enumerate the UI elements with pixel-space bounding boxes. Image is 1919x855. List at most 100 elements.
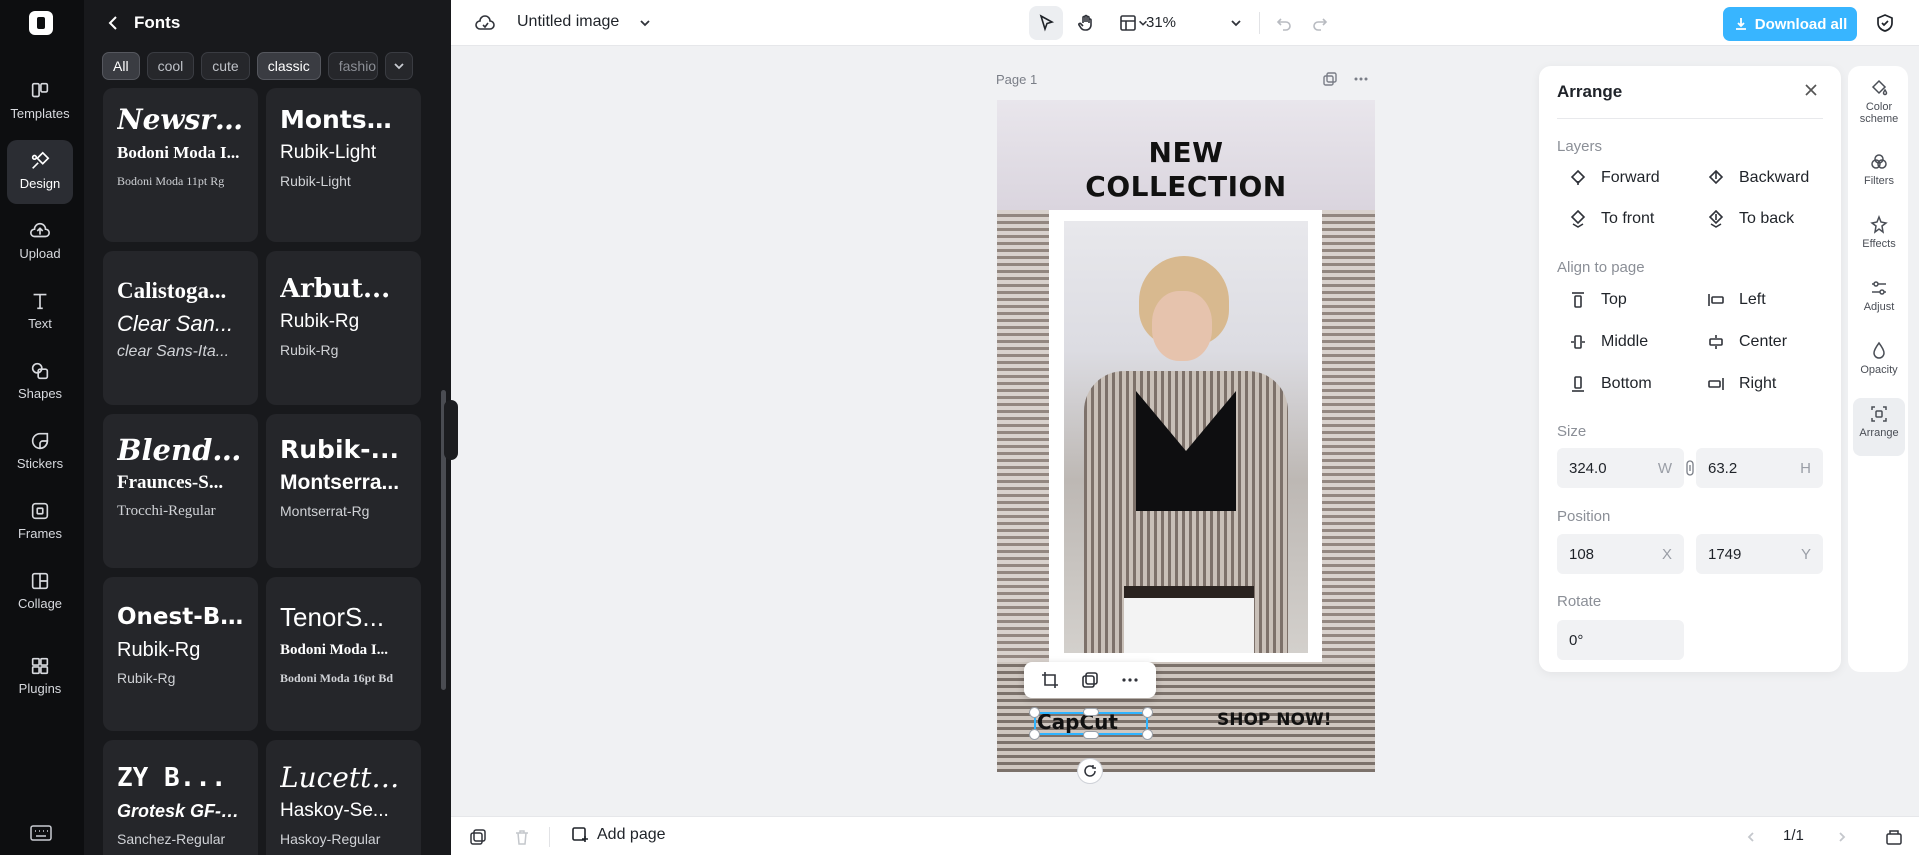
tool-effects[interactable]: Effects xyxy=(1853,209,1905,267)
font-card[interactable]: TenorS... Bodoni Moda I... Bodoni Moda 1… xyxy=(266,577,421,731)
align-bottom-icon xyxy=(1572,376,1584,392)
document-title[interactable]: Untitled image xyxy=(517,13,619,31)
font-card[interactable]: Arbut... Rubik-Rg Rubik-Rg xyxy=(266,251,421,405)
font-card[interactable]: Calistoga... Clear San... clear Sans-Ita… xyxy=(103,251,258,405)
align-top-label: Top xyxy=(1601,291,1627,308)
font-card[interactable]: Montse... Rubik-Light Rubik-Light xyxy=(266,88,421,242)
zoom-level[interactable]: 31% xyxy=(1146,14,1176,31)
tool-opacity[interactable]: Opacity xyxy=(1853,335,1905,393)
app-logo[interactable] xyxy=(29,11,53,35)
headline-new[interactable]: NEW xyxy=(997,136,1375,169)
model-photo[interactable] xyxy=(1064,221,1308,653)
font-card[interactable]: Onest-Bl... Rubik-Rg Rubik-Rg xyxy=(103,577,258,731)
resize-handle[interactable] xyxy=(1142,729,1153,740)
close-icon[interactable] xyxy=(1801,80,1821,100)
rail-item-upload[interactable]: Upload xyxy=(7,210,73,274)
align-bottom-button[interactable]: Bottom xyxy=(1569,375,1652,393)
font-card-line-1: Newsre... xyxy=(117,103,244,136)
tool-arrange[interactable]: Arrange xyxy=(1853,398,1905,456)
rail-label: Text xyxy=(28,316,52,331)
rail-item-design[interactable]: Design xyxy=(7,140,73,204)
resize-handle[interactable] xyxy=(1083,708,1099,716)
tool-color-scheme[interactable]: Color scheme xyxy=(1853,72,1905,132)
font-card-line-2: Clear San... xyxy=(117,311,234,336)
to-front-label: To front xyxy=(1601,210,1655,227)
forward-label: Forward xyxy=(1601,169,1660,186)
duplicate-page-icon[interactable] xyxy=(1322,71,1338,87)
trash-icon[interactable] xyxy=(513,828,531,846)
rail-item-frames[interactable]: Frames xyxy=(7,490,73,554)
chevron-down-icon[interactable] xyxy=(1229,16,1243,30)
resize-handle[interactable] xyxy=(1142,707,1153,718)
text-icon xyxy=(33,293,47,310)
align-middle-button[interactable]: Middle xyxy=(1569,333,1648,351)
chevron-down-icon[interactable] xyxy=(638,16,652,30)
font-card[interactable]: Blenda... Fraunces-S... Trocchi-Regular xyxy=(103,414,258,568)
rail-item-plugins[interactable]: Plugins xyxy=(7,645,73,709)
divider xyxy=(1259,12,1260,34)
font-card-line-1: Montse... xyxy=(280,105,407,134)
chevron-left-icon[interactable] xyxy=(1744,830,1758,844)
pages-panel-icon[interactable] xyxy=(1885,828,1903,846)
rotate-field[interactable]: 0° xyxy=(1557,620,1684,660)
chip-classic[interactable]: classic xyxy=(256,52,321,80)
font-card[interactable]: Lucette... Haskoy-Se... Haskoy-Regular xyxy=(266,740,421,855)
font-card[interactable]: Rubik-... Montserra... Montserrat-Rg xyxy=(266,414,421,568)
more-icon[interactable] xyxy=(1353,72,1369,86)
download-all-button[interactable]: Download all xyxy=(1723,7,1857,41)
chip-cool[interactable]: cool xyxy=(146,52,195,80)
cloud-save-icon[interactable] xyxy=(475,13,495,33)
align-right-button[interactable]: Right xyxy=(1707,375,1776,393)
forward-button[interactable]: Forward xyxy=(1569,169,1660,187)
height-field[interactable]: 63.2 H xyxy=(1696,448,1823,488)
resize-handle[interactable] xyxy=(1029,729,1040,740)
rotate-handle[interactable] xyxy=(1077,758,1103,784)
more-icon[interactable] xyxy=(1121,671,1139,689)
to-back-button[interactable]: To back xyxy=(1707,210,1794,228)
undo-icon[interactable] xyxy=(1275,14,1293,32)
duplicate-icon[interactable] xyxy=(1081,671,1099,689)
size-label: Size xyxy=(1557,423,1587,440)
to-front-button[interactable]: To front xyxy=(1569,210,1654,228)
width-field[interactable]: 324.0 W xyxy=(1557,448,1684,488)
shield-check-icon[interactable] xyxy=(1875,13,1895,33)
lock-ratio-icon[interactable] xyxy=(1686,460,1694,476)
chip-cute[interactable]: cute xyxy=(201,52,250,80)
chips-expand-button[interactable] xyxy=(384,52,413,80)
font-card-line-1: Calistoga... xyxy=(117,278,227,303)
resize-handle[interactable] xyxy=(1083,731,1099,739)
backward-button[interactable]: Backward xyxy=(1707,169,1809,187)
chevron-left-icon[interactable] xyxy=(104,13,124,33)
font-card-line-3: clear Sans-Ita... xyxy=(117,343,230,360)
rail-item-stickers[interactable]: Stickers xyxy=(7,420,73,484)
rail-item-collage[interactable]: Collage xyxy=(7,560,73,624)
chip-fashion[interactable]: fashio xyxy=(327,52,378,80)
tool-adjust[interactable]: Adjust xyxy=(1853,272,1905,330)
add-page-button[interactable]: Add page xyxy=(571,826,666,844)
tool-filters[interactable]: Filters xyxy=(1853,146,1905,204)
width-unit: W xyxy=(1657,459,1672,477)
hand-tool-button[interactable] xyxy=(1069,6,1103,40)
font-card[interactable]: ZY B... Grotesk GF-B... Sanchez-Regular xyxy=(103,740,258,855)
rail-item-text[interactable]: Text xyxy=(7,280,73,344)
keyboard-icon[interactable] xyxy=(30,824,52,842)
position-x-field[interactable]: 108 X xyxy=(1557,534,1684,574)
duplicate-page-icon[interactable] xyxy=(469,828,487,846)
font-card[interactable]: Newsre... Bodoni Moda I... Bodoni Moda 1… xyxy=(103,88,258,242)
font-card-line-2: Rubik-Rg xyxy=(280,311,360,332)
position-y-field[interactable]: 1749 Y xyxy=(1696,534,1823,574)
chip-all[interactable]: All xyxy=(102,52,140,80)
rail-item-templates[interactable]: Templates xyxy=(7,70,73,134)
select-tool-button[interactable] xyxy=(1029,6,1063,40)
align-center-button[interactable]: Center xyxy=(1707,333,1787,351)
rotate-value: 0° xyxy=(1569,631,1584,649)
align-top-button[interactable]: Top xyxy=(1569,291,1627,309)
crop-icon[interactable] xyxy=(1041,671,1059,689)
shop-now-text[interactable]: SHOP NOW! xyxy=(1217,710,1331,730)
redo-icon[interactable] xyxy=(1311,14,1329,32)
headline-collection[interactable]: COLLECTION xyxy=(997,170,1375,203)
chevron-right-icon[interactable] xyxy=(1835,830,1849,844)
resize-handle[interactable] xyxy=(1029,707,1040,718)
rail-item-shapes[interactable]: Shapes xyxy=(7,350,73,414)
align-left-button[interactable]: Left xyxy=(1707,291,1766,309)
